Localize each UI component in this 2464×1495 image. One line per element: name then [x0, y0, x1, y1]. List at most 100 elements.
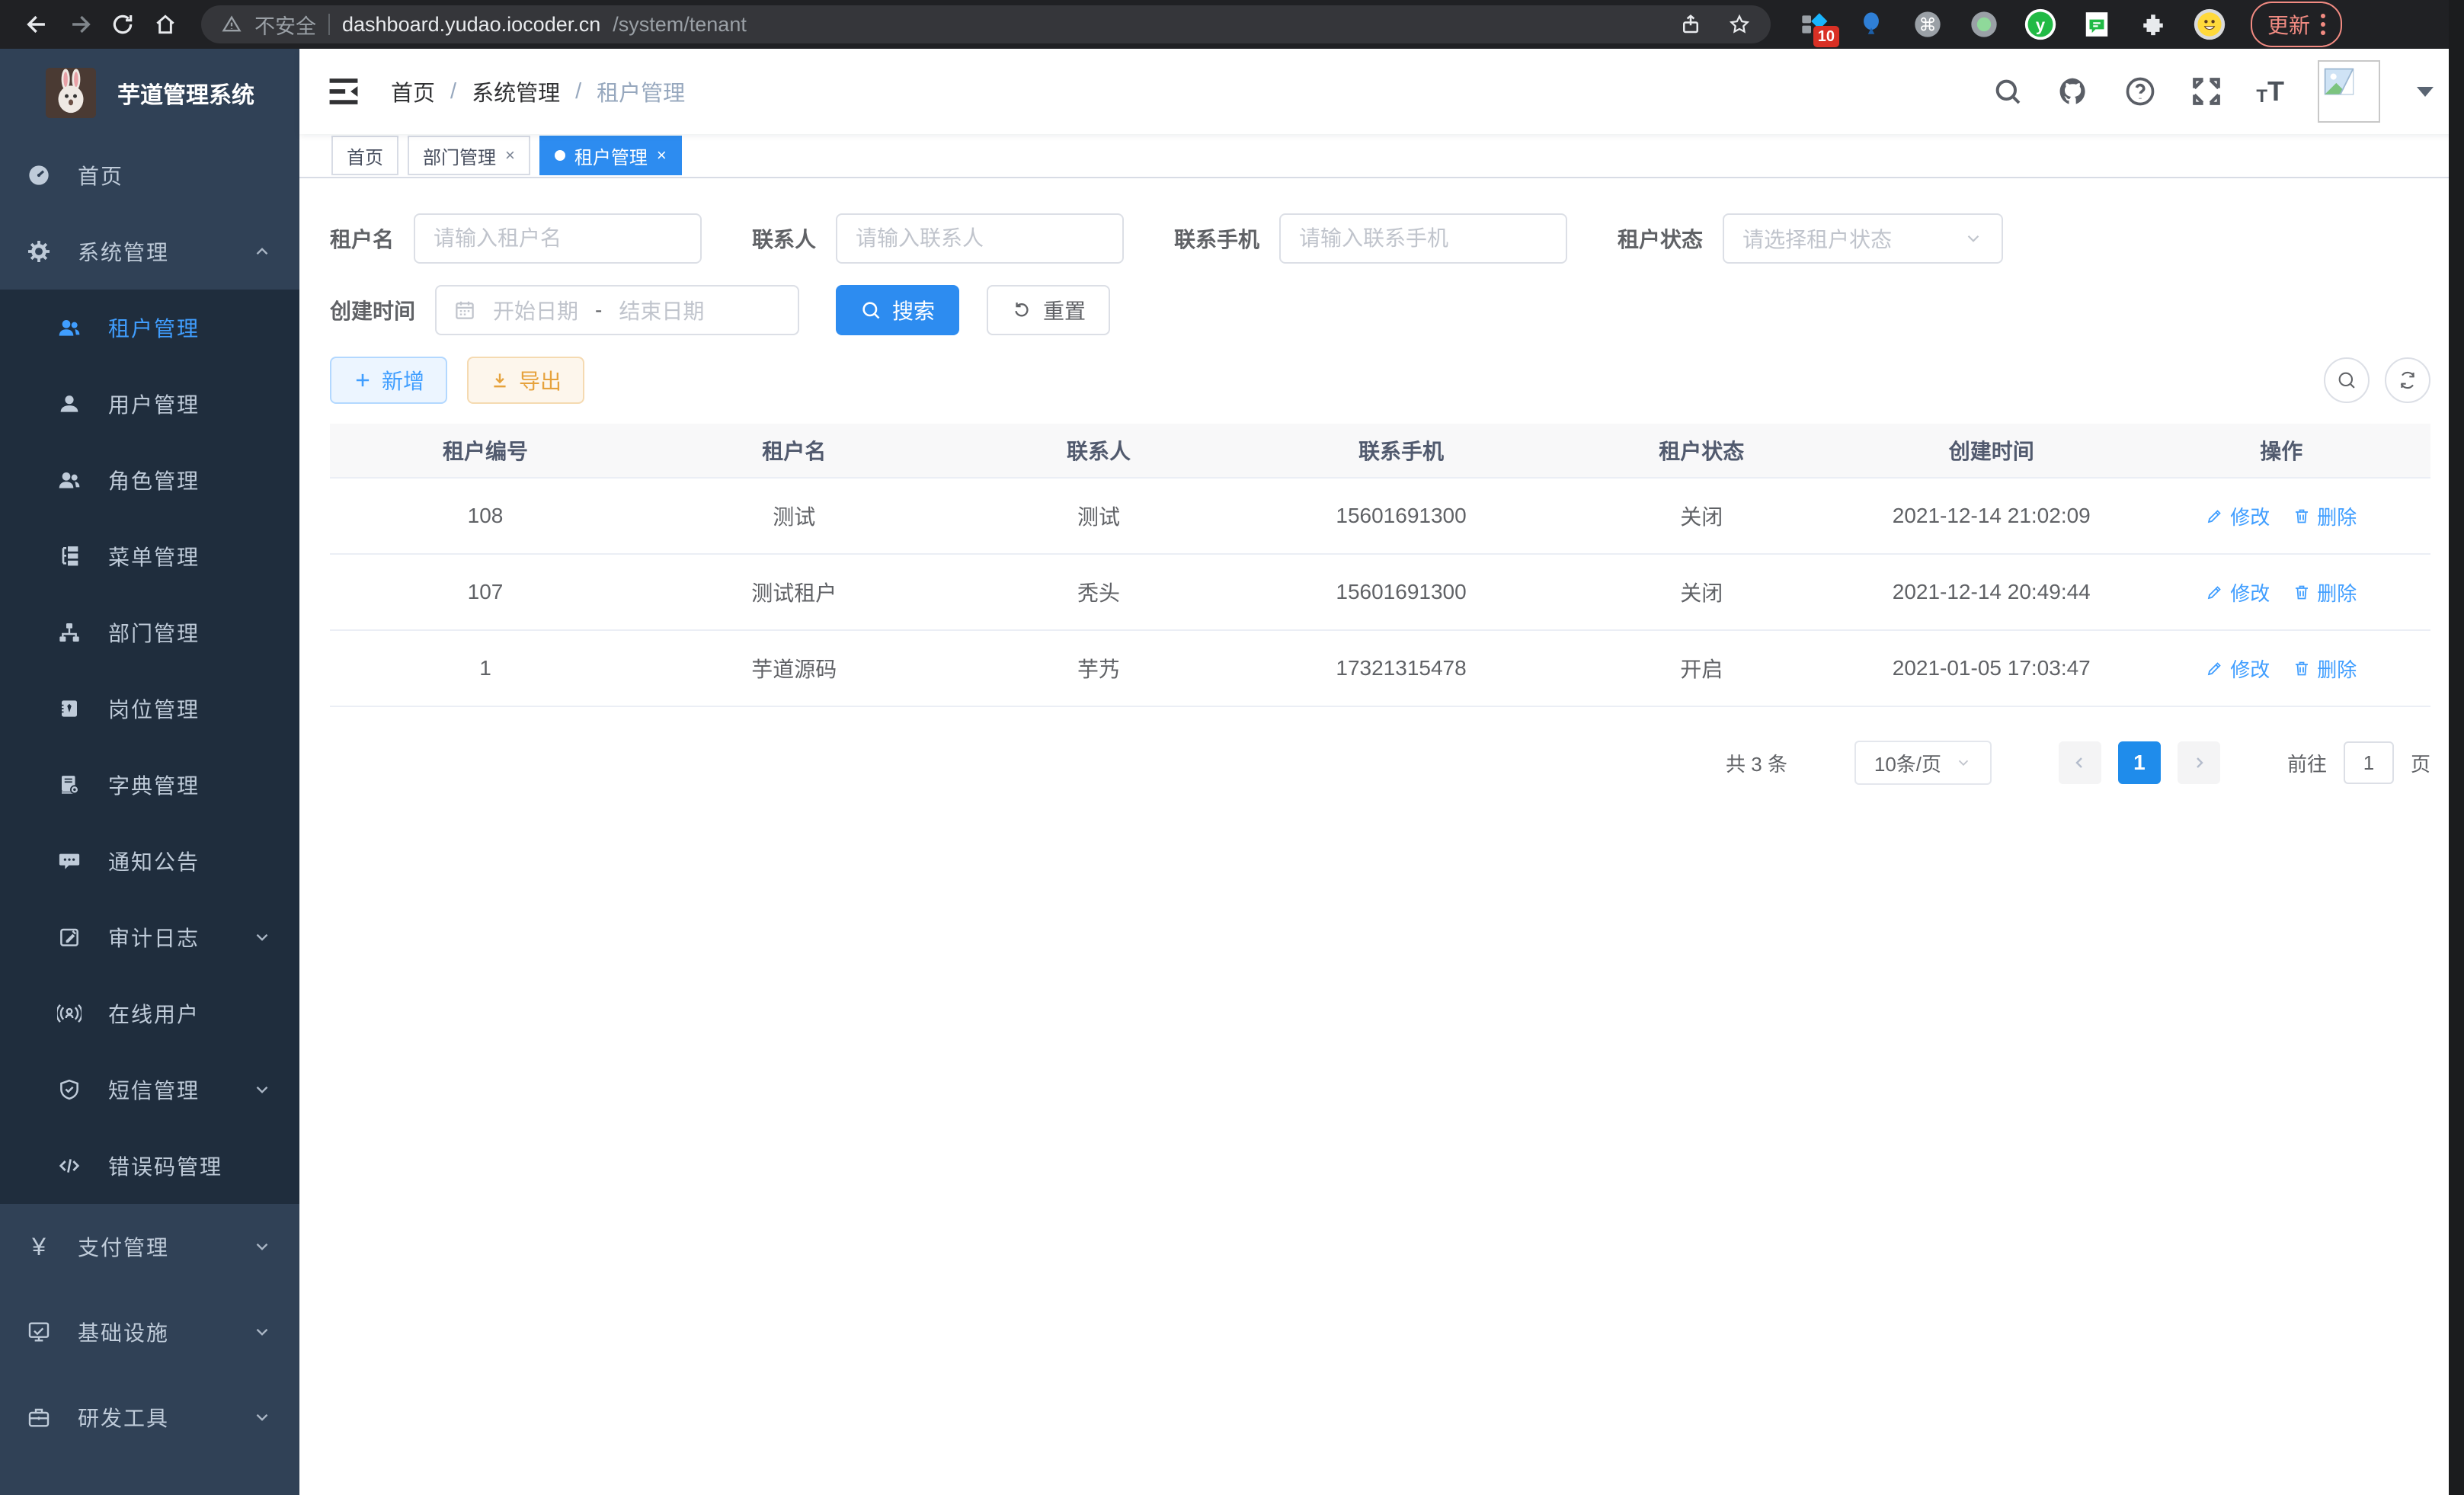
next-page-button[interactable]: [2178, 741, 2220, 784]
prev-page-button[interactable]: [2059, 741, 2101, 784]
mobile-input[interactable]: [1279, 213, 1567, 264]
sidebar-item-online-user[interactable]: 在线用户: [0, 975, 299, 1052]
sidebar-item-home[interactable]: 首页: [0, 137, 299, 213]
sidebar-item-label: 支付管理: [78, 1231, 169, 1262]
breadcrumb-item-system[interactable]: 系统管理: [472, 75, 560, 107]
search-button[interactable]: 搜索: [836, 285, 959, 335]
tab-dept[interactable]: 部门管理 ×: [408, 136, 530, 175]
extension-badge: 10: [1813, 26, 1839, 47]
cell-status: 关闭: [1553, 577, 1851, 607]
window-scrollbar[interactable]: [2449, 0, 2464, 1495]
extension-chat-icon[interactable]: [2080, 8, 2114, 41]
cell-tenant-id: 1: [330, 656, 641, 680]
create-time-range-picker[interactable]: 开始日期 - 结束日期: [435, 285, 799, 335]
cell-create-time: 2021-12-14 20:49:44: [1851, 580, 2132, 604]
contact-label: 联系人: [752, 223, 816, 254]
sidebar-item-label: 菜单管理: [108, 541, 200, 571]
security-warning-icon[interactable]: [221, 14, 242, 35]
browser-menu-icon[interactable]: [2321, 14, 2325, 35]
page-number-1[interactable]: 1: [2118, 741, 2161, 784]
sidebar-item-label: 基础设施: [78, 1317, 169, 1347]
sidebar-item-pay[interactable]: ¥ 支付管理: [0, 1204, 299, 1289]
cell-tenant-id: 108: [330, 504, 641, 528]
sidebar-item-notice[interactable]: 通知公告: [0, 823, 299, 899]
delete-link[interactable]: 删除: [2293, 655, 2357, 683]
fullscreen-icon[interactable]: [2190, 75, 2222, 107]
sidebar-item-user[interactable]: 用户管理: [0, 366, 299, 442]
table-row: 108 测试 测试 15601691300 关闭 2021-12-14 21:0…: [330, 479, 2430, 555]
breadcrumb-separator: /: [450, 79, 456, 104]
sidebar-logo-row[interactable]: 芋道管理系统: [0, 49, 299, 137]
chevron-down-icon: [1955, 754, 1972, 771]
browser-update-button[interactable]: 更新: [2251, 2, 2342, 47]
edit-link[interactable]: 修改: [2206, 655, 2270, 683]
tenant-name-input[interactable]: [414, 213, 702, 264]
github-icon[interactable]: [2056, 75, 2090, 108]
edit-link[interactable]: 修改: [2206, 578, 2270, 607]
extensions-puzzle-icon[interactable]: [2136, 8, 2170, 41]
sidebar-item-sms[interactable]: 短信管理: [0, 1052, 299, 1128]
sidebar-item-dict[interactable]: 字典管理: [0, 747, 299, 823]
sidebar-item-label: 用户管理: [108, 389, 200, 419]
avatar[interactable]: [2318, 60, 2380, 123]
delete-label: 删除: [2317, 502, 2357, 530]
status-placeholder: 请选择租户状态: [1742, 223, 1892, 254]
tenant-name-label: 租户名: [330, 223, 394, 254]
cell-mobile: 15601691300: [1250, 580, 1553, 604]
bookmark-star-icon[interactable]: [1728, 13, 1751, 36]
status-select[interactable]: 请选择租户状态: [1723, 213, 2003, 264]
goto-page-input[interactable]: [2344, 741, 2394, 784]
cell-tenant-id: 107: [330, 580, 641, 604]
browser-home-icon[interactable]: [148, 7, 183, 42]
refresh-table-button[interactable]: [2385, 357, 2430, 403]
edit-link[interactable]: 修改: [2206, 502, 2270, 530]
extension-dot-icon[interactable]: [1967, 8, 2001, 41]
extension-balloon-icon[interactable]: [1854, 8, 1888, 41]
extension-command-icon[interactable]: ⌘: [1911, 8, 1944, 41]
sidebar-item-system[interactable]: 系统管理: [0, 213, 299, 290]
sidebar-item-errcode[interactable]: 错误码管理: [0, 1128, 299, 1204]
toggle-search-button[interactable]: [2324, 357, 2370, 403]
col-contact: 联系人: [948, 435, 1250, 466]
sidebar-item-label: 系统管理: [78, 236, 169, 267]
share-icon[interactable]: [1679, 13, 1702, 36]
contact-input[interactable]: [836, 213, 1124, 264]
browser-back-icon[interactable]: [20, 7, 55, 42]
help-icon[interactable]: [2123, 75, 2157, 108]
chevron-up-icon: [252, 242, 272, 261]
security-label: 不安全: [254, 10, 316, 40]
sidebar-item-devtools[interactable]: 研发工具: [0, 1375, 299, 1460]
header-search-icon[interactable]: [1992, 76, 2023, 107]
sidebar-item-infra[interactable]: 基础设施: [0, 1289, 299, 1375]
profile-emoji-icon[interactable]: [2193, 8, 2226, 41]
delete-link[interactable]: 删除: [2293, 578, 2357, 607]
close-icon[interactable]: ×: [657, 146, 667, 165]
browser-reload-icon[interactable]: [105, 7, 140, 42]
sidebar-item-role[interactable]: 角色管理: [0, 442, 299, 518]
delete-link[interactable]: 删除: [2293, 502, 2357, 530]
extension-diamond-icon[interactable]: 10: [1798, 8, 1832, 41]
sidebar-item-audit-log[interactable]: 审计日志: [0, 899, 299, 975]
reset-button[interactable]: 重置: [987, 285, 1110, 335]
font-size-icon[interactable]: TT: [2256, 75, 2284, 107]
search-button-label: 搜索: [892, 295, 935, 325]
sidebar-collapse-icon[interactable]: [322, 70, 365, 113]
export-button[interactable]: 导出: [467, 357, 584, 404]
extension-y-icon[interactable]: y: [2024, 8, 2057, 41]
pagination-total: 共 3 条: [1726, 749, 1787, 777]
tab-home[interactable]: 首页: [331, 136, 398, 175]
avatar-caret-icon[interactable]: [2417, 87, 2434, 97]
tab-tenant[interactable]: 租户管理 ×: [539, 136, 682, 175]
sidebar-item-dept[interactable]: 部门管理: [0, 594, 299, 671]
sidebar-item-menu[interactable]: 菜单管理: [0, 518, 299, 594]
add-button[interactable]: 新增: [330, 357, 447, 404]
page-size-select[interactable]: 10条/页: [1854, 741, 1992, 785]
page-content: 租户名 联系人 联系手机 租户状态 请选择租户状态: [299, 178, 2464, 1495]
close-icon[interactable]: ×: [505, 146, 515, 165]
breadcrumb-item-home[interactable]: 首页: [391, 75, 435, 107]
sidebar-item-label: 部门管理: [108, 617, 200, 648]
sidebar-item-post[interactable]: 岗位管理: [0, 671, 299, 747]
address-bar[interactable]: 不安全 dashboard.yudao.iocoder.cn/system/te…: [201, 5, 1771, 43]
browser-forward-icon[interactable]: [62, 7, 98, 42]
sidebar-item-tenant[interactable]: 租户管理: [0, 290, 299, 366]
